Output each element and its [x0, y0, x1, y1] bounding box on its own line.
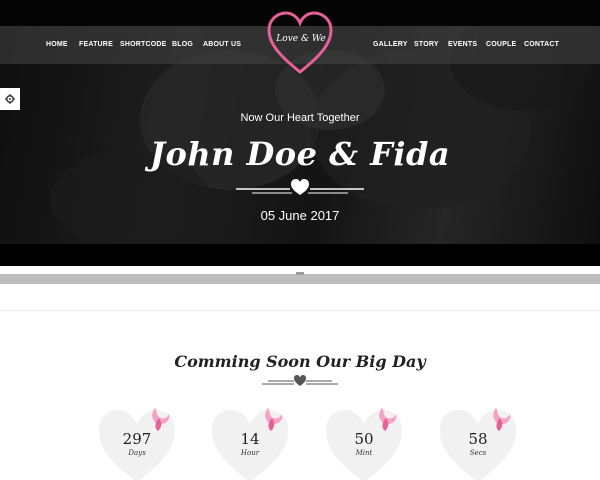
countdown-hours: 14 Hour	[212, 404, 288, 480]
countdown-title: Comming Soon Our Big Day	[174, 352, 426, 371]
wedding-date: 05 June 2017	[260, 208, 340, 223]
countdown-days: 297 Days	[99, 404, 175, 480]
nav-about-us[interactable]: ABOUT US	[203, 41, 241, 51]
countdown-minutes-value: 50	[354, 430, 374, 448]
nav-shortcode[interactable]: SHORTCODE	[120, 41, 167, 51]
gear-icon	[5, 94, 15, 104]
nav-events[interactable]: EVENTS	[448, 41, 477, 51]
nav-couple[interactable]: COUPLE	[486, 41, 516, 51]
countdown-days-value: 297	[122, 430, 152, 448]
countdown-seconds: 58 Secs	[440, 404, 516, 480]
heart-icon	[294, 375, 306, 386]
heart-icon	[291, 179, 309, 195]
couple-names: John Doe & Fida	[149, 135, 451, 173]
countdown-hours-value: 14	[240, 430, 260, 448]
countdown-minutes-label: Mint	[355, 449, 373, 457]
countdown-minutes: 50 Mint	[326, 404, 402, 480]
nav-contact[interactable]: CONTACT	[524, 41, 559, 51]
countdown-days-label: Days	[128, 449, 146, 457]
settings-button[interactable]	[0, 88, 20, 110]
slider-handle[interactable]	[296, 272, 304, 275]
nav-home[interactable]: HOME	[46, 41, 68, 51]
countdown-seconds-label: Secs	[469, 449, 487, 457]
dark-band	[0, 244, 600, 266]
hero-tagline: Now Our Heart Together	[240, 112, 360, 124]
countdown-hours-label: Hour	[240, 449, 260, 457]
slider-track[interactable]	[0, 274, 600, 284]
heart-divider	[236, 179, 364, 195]
heart-divider-small	[262, 375, 338, 386]
page: HOME FEATURE SHORTCODE BLOG ABOUT US GAL…	[0, 0, 600, 480]
countdown-seconds-value: 58	[468, 430, 488, 448]
nav-feature[interactable]: FEATURE	[79, 41, 113, 51]
section-divider	[0, 310, 600, 311]
nav-blog[interactable]: BLOG	[172, 41, 193, 51]
nav-gallery[interactable]: GALLERY	[373, 41, 408, 51]
nav-story[interactable]: STORY	[414, 41, 439, 51]
logo-text[interactable]: Love & We	[271, 34, 331, 44]
